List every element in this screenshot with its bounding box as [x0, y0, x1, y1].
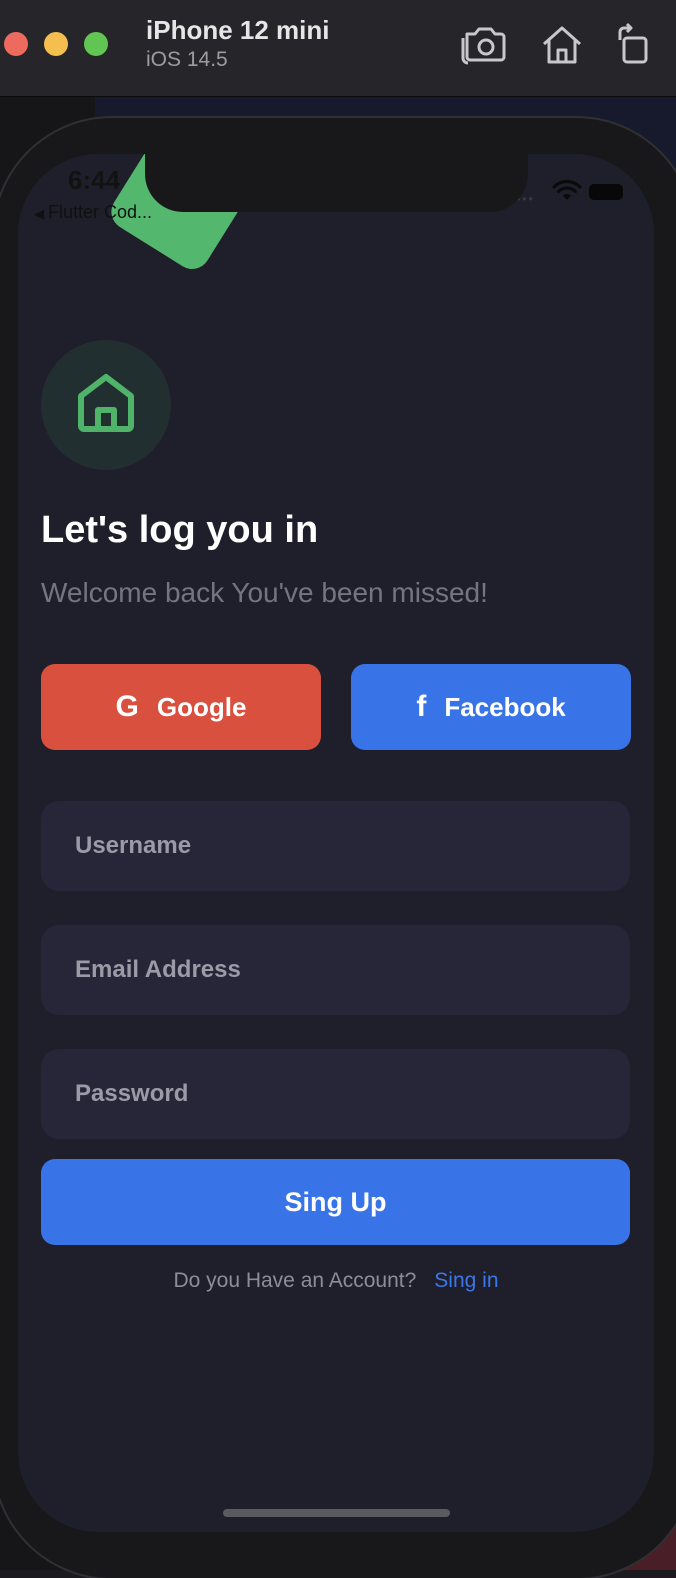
password-field-container	[41, 1049, 630, 1139]
status-time: 6:44	[68, 165, 121, 195]
device-notch	[145, 154, 528, 212]
home-icon[interactable]	[539, 22, 585, 66]
username-input[interactable]	[41, 801, 630, 891]
back-arrow-icon: ◀	[34, 206, 44, 221]
facebook-button-label: Facebook	[444, 691, 566, 722]
zoom-window-button[interactable]	[84, 32, 108, 56]
wifi-icon	[552, 180, 582, 200]
google-icon: G	[115, 690, 139, 723]
google-button-label: Google	[156, 691, 247, 722]
home-indicator[interactable]	[223, 1509, 450, 1517]
page-subtitle: Welcome back You've been missed!	[41, 577, 488, 608]
facebook-icon: f	[416, 690, 427, 723]
rotate-icon[interactable]	[612, 22, 658, 66]
username-field-container	[41, 801, 630, 891]
house-icon	[78, 374, 134, 432]
account-question: Do you Have an Account?	[173, 1269, 417, 1292]
app-screen: 6:44 ◀ Flutter Cod... •••• Let's log you …	[18, 154, 654, 1532]
email-input[interactable]	[41, 925, 630, 1015]
back-to-app-link[interactable]: ◀ Flutter Cod...	[34, 201, 152, 225]
google-login-button[interactable]: G Google	[41, 664, 321, 750]
battery-icon	[589, 184, 627, 200]
account-prompt: Do you Have an Account? Sing in	[18, 1266, 654, 1296]
page-title: Let's log you in	[41, 509, 319, 551]
email-field-container	[41, 925, 630, 1015]
simulator-titlebar: iPhone 12 mini iOS 14.5	[0, 0, 676, 97]
back-app-label: Flutter Cod...	[48, 202, 153, 222]
screenshot-icon[interactable]	[461, 22, 507, 66]
close-window-button[interactable]	[4, 32, 28, 56]
facebook-login-button[interactable]: f Facebook	[351, 664, 631, 750]
password-input[interactable]	[41, 1049, 630, 1139]
device-name: iPhone 12 mini	[146, 15, 330, 45]
app-logo	[41, 340, 171, 470]
sign-in-link[interactable]: Sing in	[434, 1269, 498, 1292]
os-version: iOS 14.5	[146, 48, 228, 71]
minimize-window-button[interactable]	[44, 32, 68, 56]
sign-up-button[interactable]: Sing Up	[41, 1159, 630, 1245]
